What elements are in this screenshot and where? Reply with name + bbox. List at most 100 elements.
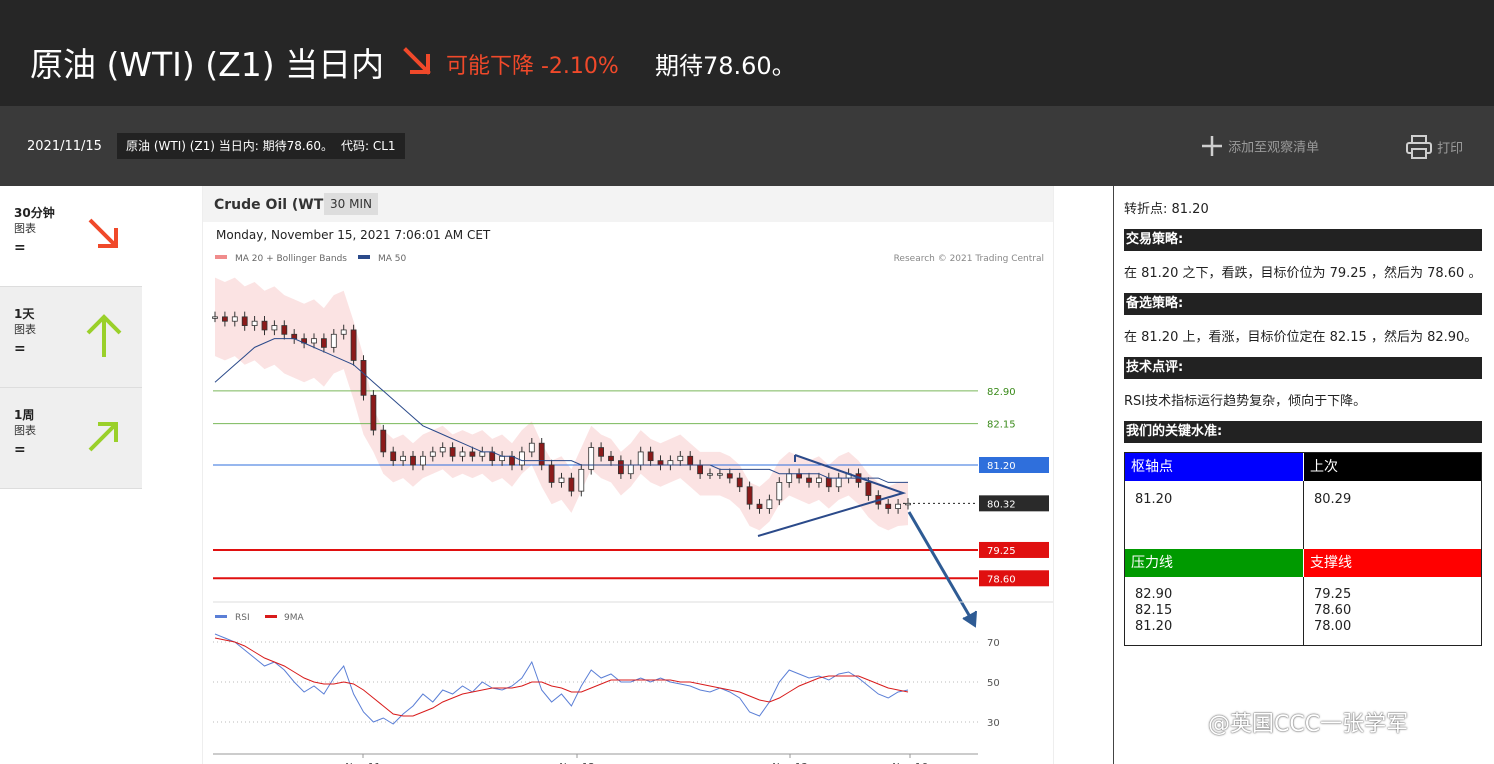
candle-body — [598, 447, 605, 457]
support-header: 支撑线 — [1303, 549, 1481, 577]
candle-body — [410, 455, 416, 466]
resistance-value: 82.15 — [1135, 603, 1173, 618]
candle-body — [806, 477, 812, 483]
candle-body — [330, 333, 337, 348]
rsi-ma-legend: 9MA — [284, 613, 304, 623]
candle-body — [251, 320, 258, 326]
rsi-line — [214, 633, 909, 725]
resistance-value: 81.20 — [1135, 619, 1173, 634]
candle-body — [271, 325, 278, 331]
candle-body — [578, 468, 585, 492]
candle-body — [340, 329, 347, 335]
level-label: 80.32 — [987, 499, 1016, 510]
level-label: 81.20 — [987, 461, 1016, 472]
pivot-header: 枢轴点 — [1125, 453, 1303, 481]
strategy-text: 在 81.20 之下，看跌，目标价位为 79.25 ，然后为 78.60 。 — [1124, 266, 1482, 281]
candle-body — [439, 447, 446, 453]
candle-body — [707, 473, 713, 476]
pivot-value: 81.20 — [1135, 492, 1173, 507]
support-value: 78.60 — [1314, 603, 1352, 618]
candle-body — [776, 482, 783, 501]
candle-body — [608, 455, 614, 462]
candle-body — [667, 460, 674, 466]
arrow-up-right-icon — [88, 422, 118, 452]
candle-body — [449, 447, 456, 457]
arrow-up-icon — [86, 314, 122, 357]
candle-body — [736, 477, 743, 488]
price-chart: MA 20 + Bollinger Bands MA 50 Research ©… — [212, 254, 1053, 764]
timeframe-sidebar: 30分钟 图表 = 1天 图表 = 1周 图表 = — [0, 186, 142, 489]
candle-body — [548, 464, 555, 483]
candle-body — [746, 486, 753, 505]
key-levels-heading: 我们的关键水准: — [1124, 421, 1482, 443]
candle-body — [469, 451, 476, 457]
timeframe-badge[interactable]: 30 MIN — [324, 193, 378, 215]
candle-body — [360, 360, 367, 396]
comment-text: RSI技术指标运行趋势复杂，倾向于下降。 — [1124, 394, 1367, 409]
candle-body — [617, 460, 624, 475]
bollinger-band — [215, 277, 908, 531]
date-label: 2021/11/15 — [27, 139, 102, 154]
key-levels-table: 枢轴点 上次 81.20 80.29 压力线 支撑线 82.90 82.15 8… — [1124, 452, 1482, 646]
candle-body — [459, 451, 466, 457]
candle-body — [558, 477, 565, 483]
chart-credit: Research © 2021 Trading Central — [894, 254, 1044, 264]
support-value: 78.00 — [1314, 619, 1352, 634]
candle-body — [816, 477, 822, 483]
support-values: 79.25 78.60 78.00 — [1314, 587, 1351, 635]
chart-header: Crude Oil (WTI) 30 MIN — [203, 186, 1053, 222]
strategy-heading: 交易策略: — [1124, 229, 1482, 251]
equal-sign: = — [14, 341, 26, 357]
candle-body — [865, 482, 872, 496]
alternative-text: 在 81.20 上，看涨，目标价位定在 82.15 ，然后为 82.90。 — [1124, 330, 1478, 345]
watermark: @英国CCC一张学军 — [1208, 712, 1409, 737]
candle-body — [697, 464, 704, 475]
candle-body — [657, 460, 664, 466]
alternative-heading: 备选策略: — [1124, 293, 1482, 315]
title-bar: 原油 (WTI) (Z1) 当日内 可能下降 -2.10% 期待78.60。 — [0, 0, 1494, 106]
sidebar-item-1day[interactable]: 1天 图表 = — [0, 287, 142, 388]
candle-body — [518, 451, 525, 466]
sidebar-item-30min[interactable]: 30分钟 图表 = — [0, 186, 142, 287]
level-label: 82.15 — [987, 420, 1016, 431]
level-label: 79.25 — [987, 546, 1016, 557]
candle-body — [835, 477, 842, 488]
chart-label: 图表 — [14, 323, 36, 336]
candle-body — [895, 503, 901, 509]
candle-body — [766, 499, 773, 509]
level-label: 78.60 — [987, 574, 1016, 585]
info-toolbar: 2021/11/15 原油 (WTI) (Z1) 当日内: 期待78.60。 代… — [0, 106, 1494, 186]
print-label: 打印 — [1437, 141, 1464, 157]
equal-sign: = — [14, 240, 26, 256]
candle-body — [588, 447, 595, 470]
add-watchlist-button[interactable]: 添加至观察清单 — [1200, 134, 1319, 158]
comment-heading: 技术点评: — [1124, 357, 1482, 379]
candle-body — [350, 329, 357, 361]
candle-body — [627, 464, 634, 475]
candle-body — [380, 429, 387, 453]
rsi-legend: RSI — [235, 613, 250, 623]
page-title: 原油 (WTI) (Z1) 当日内 — [30, 45, 385, 84]
candle-body — [291, 333, 298, 340]
chart-panel: Crude Oil (WTI) 30 MIN Monday, November … — [202, 186, 1054, 764]
candle-body — [637, 451, 644, 466]
candle-body — [231, 316, 238, 322]
legend-ma50: MA 50 — [378, 254, 407, 264]
summary-chip: 原油 (WTI) (Z1) 当日内: 期待78.60。 — [117, 133, 342, 159]
pivot-line: 转折点: 81.20 — [1124, 202, 1209, 217]
expectation-text: 期待78.60。 — [655, 52, 796, 80]
printer-icon — [1406, 135, 1432, 159]
direction-text: 可能下降 -2.10% — [446, 54, 619, 79]
rsi-level-label: 30 — [987, 718, 1000, 729]
period-label: 1周 — [14, 408, 35, 422]
equal-sign: = — [14, 442, 26, 458]
sidebar-item-1week[interactable]: 1周 图表 = — [0, 388, 142, 489]
support-value: 79.25 — [1314, 587, 1352, 602]
print-button[interactable]: 打印 — [1405, 134, 1463, 160]
candle-body — [281, 325, 288, 335]
candle-body — [726, 473, 733, 479]
analysis-panel: 转折点: 81.20 交易策略: 在 81.20 之下，看跌，目标价位为 79.… — [1113, 186, 1494, 764]
last-value: 80.29 — [1314, 492, 1352, 507]
chart-label: 图表 — [14, 222, 36, 235]
candle-body — [796, 473, 802, 479]
